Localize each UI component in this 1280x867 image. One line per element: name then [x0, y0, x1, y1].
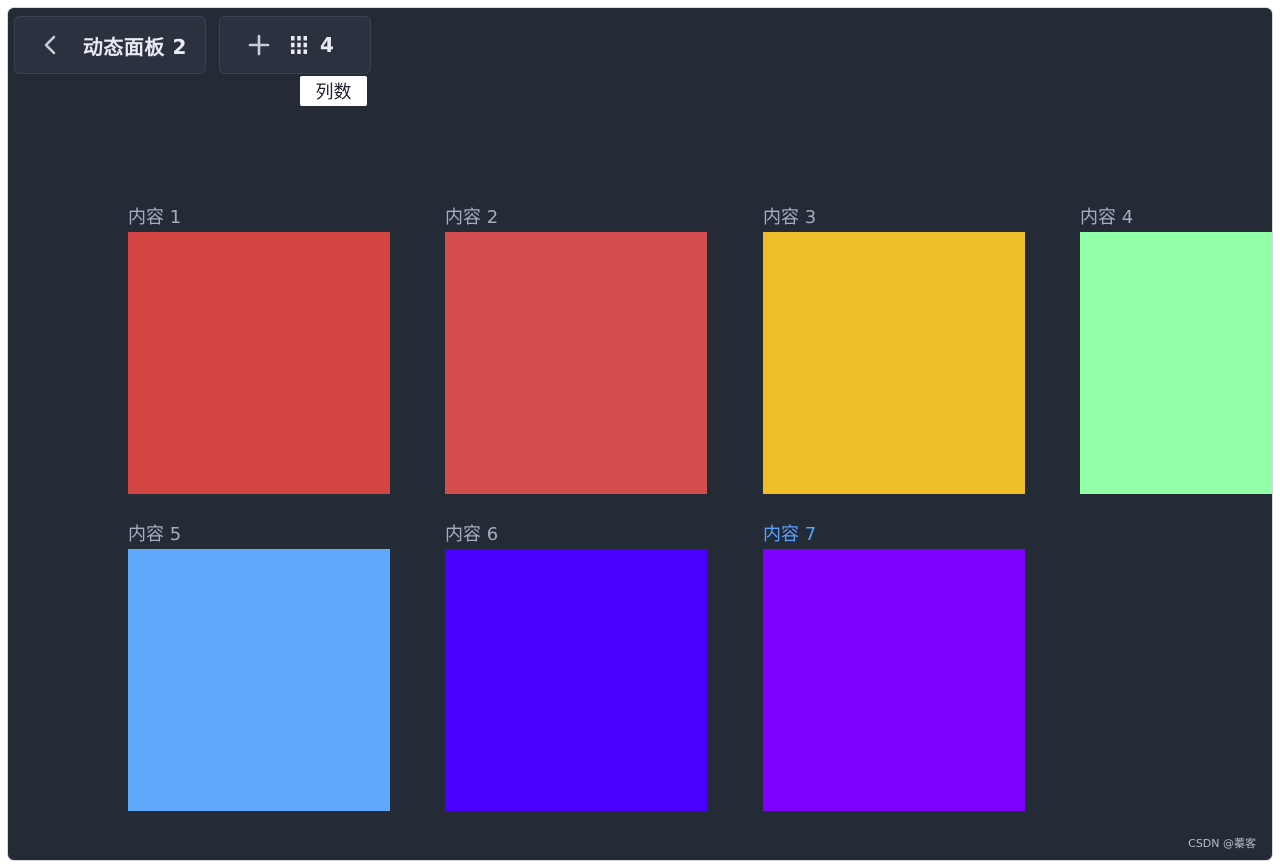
columns-grid-icon — [291, 36, 307, 54]
dashboard-window: 动态面板 2 4 列数 内容 1 内容 2 内容 3 内容 4 内容 5 内容 6 内容 7… — [8, 8, 1272, 860]
content-color-tile[interactable] — [763, 232, 1025, 494]
content-color-tile[interactable] — [128, 232, 390, 494]
panel-title: 动态面板 2 — [83, 34, 187, 59]
columns-button[interactable]: 4 — [219, 16, 371, 74]
content-card-label: 内容 7 — [763, 524, 817, 545]
content-card-label: 内容 3 — [763, 207, 817, 228]
plus-icon — [248, 34, 270, 56]
content-card-label: 内容 2 — [445, 207, 499, 228]
watermark: CSDN @蓁客 — [1188, 837, 1256, 850]
content-color-tile[interactable] — [445, 549, 707, 811]
content-color-tile[interactable] — [1080, 232, 1272, 494]
chevron-left-icon — [44, 35, 56, 55]
content-color-tile[interactable] — [445, 232, 707, 494]
content-card-label: 内容 4 — [1080, 207, 1134, 228]
content-card-label: 内容 6 — [445, 524, 499, 545]
back-button[interactable]: 动态面板 2 — [14, 16, 206, 74]
content-card-label: 内容 1 — [128, 207, 182, 228]
content-color-tile[interactable] — [128, 549, 390, 811]
content-color-tile[interactable] — [763, 549, 1025, 811]
column-count: 4 — [320, 33, 334, 57]
column-count-tooltip: 列数 — [300, 76, 367, 106]
content-card-label: 内容 5 — [128, 524, 182, 545]
